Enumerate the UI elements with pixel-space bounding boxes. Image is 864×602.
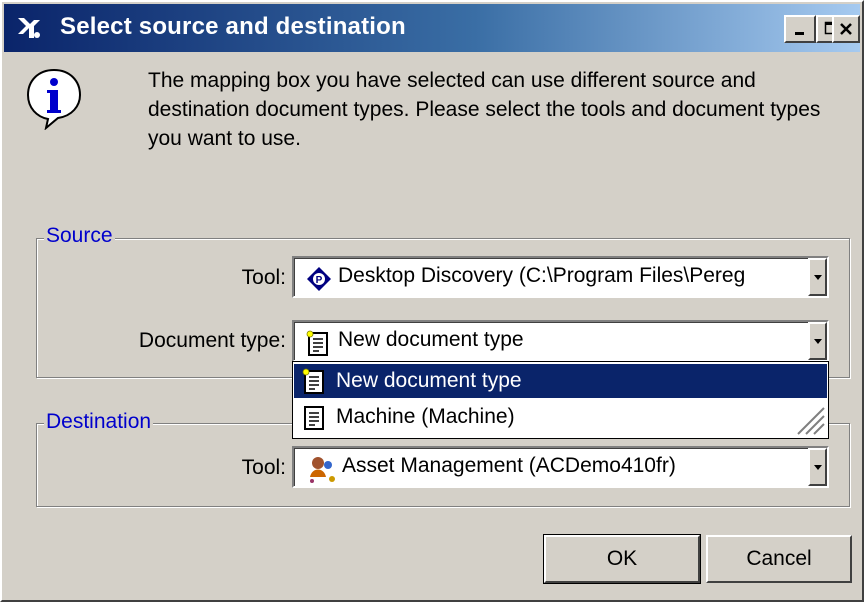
source-doctype-value: New document type (338, 328, 524, 351)
source-doctype-dropdown-button[interactable] (808, 322, 827, 360)
doctype-dropdown-list[interactable]: New document type Machine (Machine) (292, 361, 829, 439)
app-icon (18, 18, 40, 38)
source-doctype-label: Document type: (138, 329, 286, 352)
destination-legend: Destination (44, 410, 154, 434)
dropdown-item-label: Machine (Machine) (336, 405, 515, 428)
dropdown-item-new-document-type[interactable]: New document type (294, 364, 827, 398)
document-icon (302, 368, 324, 394)
window-title: Select source and destination (60, 13, 406, 40)
close-button[interactable] (832, 15, 860, 43)
ok-button[interactable]: OK (543, 534, 701, 584)
close-icon (840, 23, 852, 35)
dialog-window: Select source and destination The mappin… (0, 0, 864, 602)
destination-tool-value: Asset Management (ACDemo410fr) (342, 454, 676, 477)
minimize-button[interactable] (784, 15, 816, 43)
destination-tool-label: Tool: (241, 456, 286, 479)
document-icon (306, 330, 328, 356)
minimize-icon (795, 32, 804, 35)
chevron-down-icon (813, 274, 822, 280)
document-icon (304, 406, 324, 430)
source-doctype-combo[interactable]: New document type (292, 320, 829, 362)
source-tool-value: Desktop Discovery (C:\Program Files\Pere… (338, 264, 746, 287)
svg-text:P: P (316, 275, 323, 286)
source-tool-dropdown-button[interactable] (808, 258, 827, 296)
asset-management-icon (310, 457, 335, 483)
chevron-down-icon (813, 338, 822, 344)
dropdown-item-machine[interactable]: Machine (Machine) (294, 400, 827, 434)
instruction-message: The mapping box you have selected can us… (148, 69, 821, 150)
chevron-down-icon (813, 464, 822, 470)
cancel-button[interactable]: Cancel (706, 535, 852, 583)
source-legend: Source (44, 224, 115, 248)
source-tool-label: Tool: (241, 266, 286, 289)
info-icon (26, 68, 82, 130)
resize-grip-icon[interactable] (792, 402, 826, 436)
source-tool-combo[interactable]: P Desktop Discovery (C:\Program Files\Pe… (292, 256, 829, 298)
desktop-discovery-icon: P (307, 267, 331, 291)
destination-tool-dropdown-button[interactable] (808, 448, 827, 486)
dropdown-item-label: New document type (336, 369, 522, 392)
title-bar[interactable]: Select source and destination (4, 4, 860, 52)
destination-tool-combo[interactable]: Asset Management (ACDemo410fr) (292, 446, 829, 488)
